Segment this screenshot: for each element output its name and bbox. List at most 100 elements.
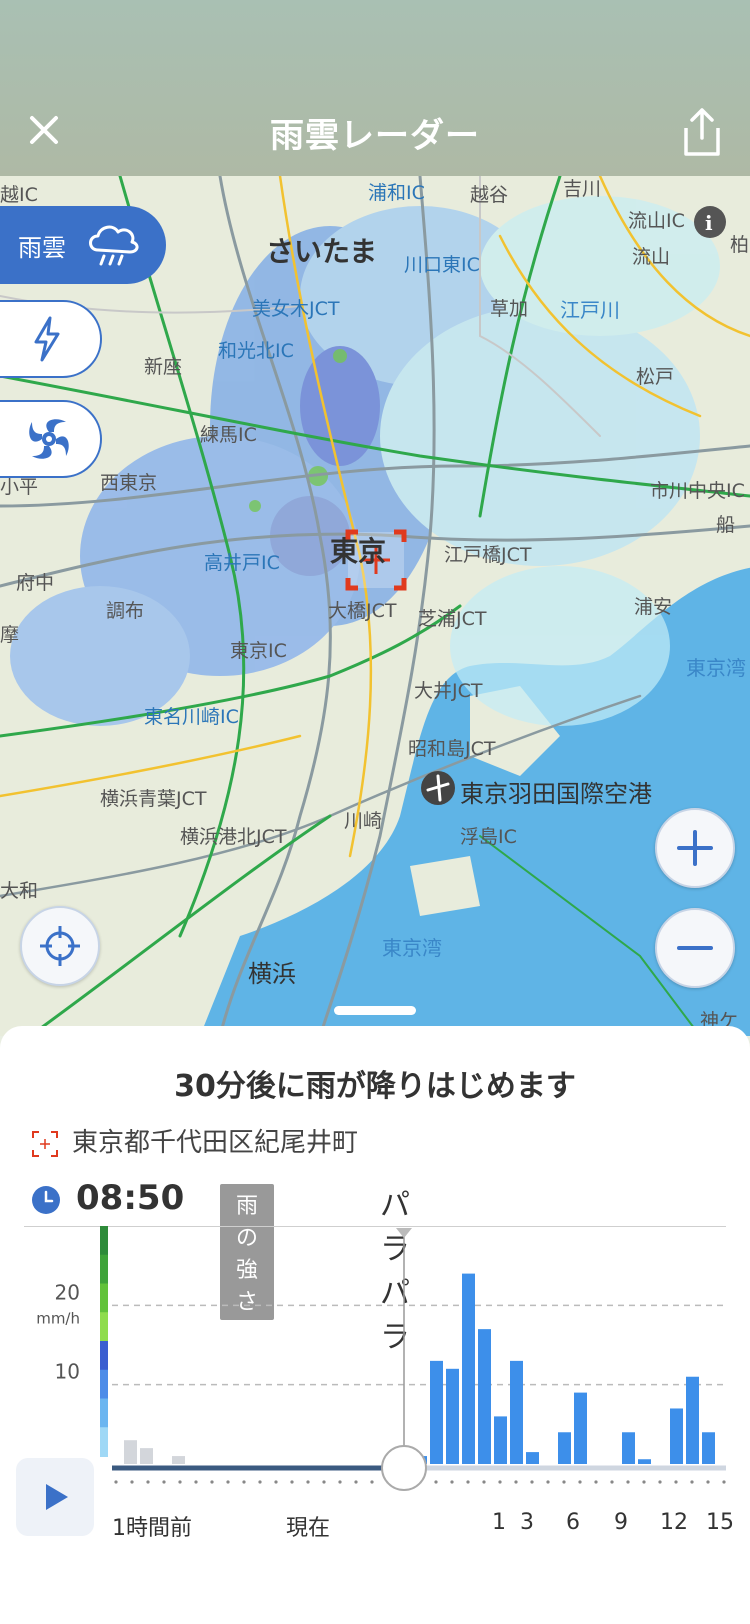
map-label: 美女木JCT [252,298,340,320]
timeline-dot [322,1480,326,1484]
map-label: 練馬IC [200,424,257,446]
play-button[interactable] [16,1458,94,1536]
timeline-dot [578,1480,582,1484]
layer-lightning-button[interactable] [0,300,102,378]
layer-rain-label: 雨雲 [18,234,66,262]
typhoon-icon [29,419,69,459]
map-label: 横浜港北JCT [180,826,287,848]
timeline-dot [690,1480,694,1484]
timeline-dot [706,1480,710,1484]
map-label: 東京羽田国際空港 [460,780,652,808]
timeline-dot [530,1480,534,1484]
map-label: 調布 [106,600,145,622]
timeline-dot [514,1480,518,1484]
zoom-in-button[interactable] [655,808,735,888]
scale-segment [100,1369,108,1400]
map-label: 越IC [0,184,38,206]
rain-bar [670,1408,683,1464]
rain-chart[interactable]: 10 20 mm/h [0,1226,750,1546]
timeline-dot [258,1480,262,1484]
share-button[interactable] [678,104,726,160]
timeline-dot [546,1480,550,1484]
header: 雨雲レーダー [0,0,750,176]
x-tick-label: 15 [706,1510,734,1535]
locate-button[interactable] [20,906,100,986]
map-label: 越谷 [470,184,509,206]
rain-bar [430,1360,443,1464]
panel-grab-handle[interactable] [334,1006,416,1015]
map-label: 浮島IC [460,826,517,848]
airport-icon [421,771,455,805]
timeline-dot [610,1480,614,1484]
timeline-dot [722,1480,726,1484]
map-label: 摩 [0,624,20,646]
clock-icon [32,1186,60,1214]
timeline-dot [210,1480,214,1484]
map-label: 市川中央IC [650,480,745,502]
map-label: 江戸川 [560,298,620,322]
location-row: 東京都千代田区紀尾井町 [32,1122,358,1159]
x-tick-label: 1時間前 [112,1516,192,1541]
play-icon [46,1484,68,1510]
map-label: 川崎 [344,810,383,832]
timeline-dot [242,1480,246,1484]
scale-segment [100,1312,108,1342]
rain-bar [686,1376,699,1464]
rain-bar [558,1432,571,1464]
rain-bar [622,1432,635,1464]
timeline-dot [338,1480,342,1484]
timeline-dot [450,1480,454,1484]
timeline-dot [594,1480,598,1484]
timeline-dot [482,1480,486,1484]
timeline-dot [130,1480,134,1484]
y-axis-label: mm/h [36,1309,80,1327]
timeline-dot [498,1480,502,1484]
layer-typhoon-button[interactable] [0,400,102,478]
timeline-dot [146,1480,150,1484]
timeline-dot [626,1480,630,1484]
radar-map[interactable]: i 越IC 浦和IC 越谷 吉川 さいたま 川口東IC 流山IC 流山 美女木JCT 草加 江戸川和… [0,176,750,1036]
minus-icon [677,946,713,950]
map-label: 西東京 [100,472,158,494]
timeline-dot [354,1480,358,1484]
info-icon[interactable]: i [694,206,726,238]
timeline-dot [674,1480,678,1484]
timeline-dot [306,1480,310,1484]
map-label: 流山IC [628,210,685,232]
timeline-handle [381,1445,427,1491]
lightning-icon [34,316,60,362]
layer-rain-button[interactable]: 雨雲 [0,206,166,284]
map-label: 東京 [330,535,387,568]
zoom-out-button[interactable] [655,908,735,988]
current-time-pointer [396,1228,412,1238]
map-label: 芝浦JCT [418,608,487,630]
timeline-dot [194,1480,198,1484]
map-label: 横浜青葉JCT [100,788,207,810]
timeline-dot [178,1480,182,1484]
timeline-dot [658,1480,662,1484]
map-label: 大和 [0,880,39,902]
map-label: 大井JCT [414,680,483,702]
rain-bar [494,1416,507,1464]
selected-time: 08:50 [76,1178,185,1218]
x-tick-label: 12 [660,1510,688,1535]
location-pin-icon [32,1130,58,1157]
timeline-dot [290,1480,294,1484]
rain-cloud-icon [89,225,139,266]
map-label: 川口東IC [404,254,480,276]
map-label: 東京湾 [686,656,746,680]
location-name: 東京都千代田区紀尾井町 [72,1128,359,1158]
map-label: 吉川 [563,178,602,200]
map-label: 江戸橋JCT [444,544,532,566]
timeline-dot [642,1480,646,1484]
rain-bar [702,1432,715,1464]
x-tick-label: 現在 [286,1516,331,1541]
map-label: 新座 [144,356,183,378]
timeline-dot [434,1480,438,1484]
map-label: 和光北IC [218,340,294,362]
scale-segment [100,1254,108,1285]
map-label: 府中 [16,572,55,594]
rain-bar [462,1273,475,1464]
crosshair-icon [40,926,80,966]
timeline-dot [562,1480,566,1484]
